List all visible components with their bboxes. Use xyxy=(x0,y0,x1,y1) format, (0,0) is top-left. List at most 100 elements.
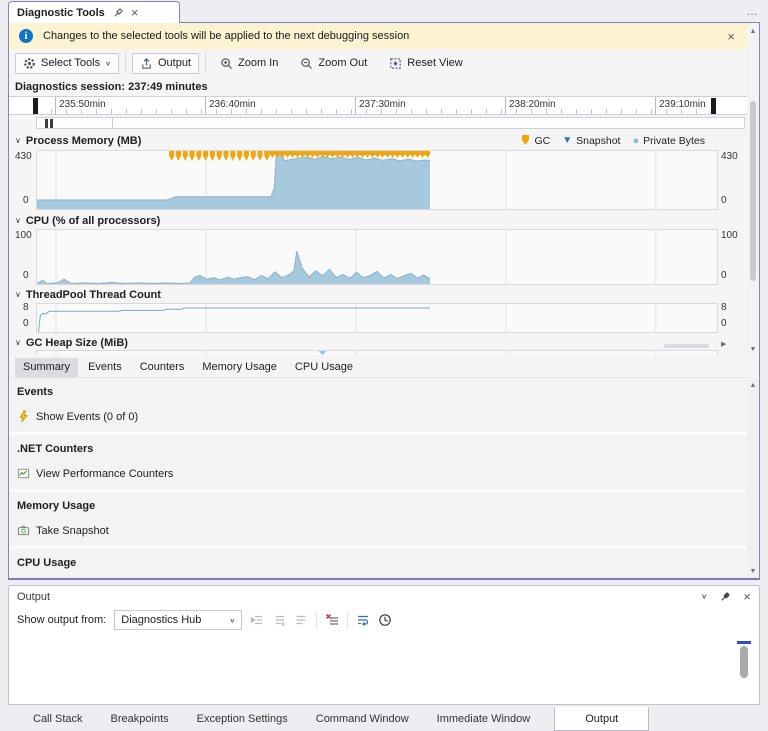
scroll-down-icon[interactable]: ▼ xyxy=(750,568,757,575)
tab-immediate-window[interactable]: Immediate Window xyxy=(423,713,545,725)
scroll-down-icon[interactable]: ▼ xyxy=(750,346,757,353)
window-position-icon[interactable]: ∨ xyxy=(701,592,708,601)
cpu-chart[interactable] xyxy=(36,229,718,285)
legend-gc: GC xyxy=(521,135,550,147)
zoom-in-button[interactable]: Zoom In xyxy=(212,53,286,74)
close-icon[interactable]: × xyxy=(131,5,139,20)
detail-tabstrip: Summary Events Counters Memory Usage CPU… xyxy=(9,357,751,378)
charts-scrollbar-thumb[interactable] xyxy=(750,101,756,281)
tab-call-stack[interactable]: Call Stack xyxy=(33,713,97,725)
timeline-ruler[interactable]: 235:50min 236:40min 237:30min 238:20min … xyxy=(9,96,751,115)
cpu-section-header[interactable]: ∨ CPU (% of all processors) xyxy=(9,212,751,229)
word-wrap-icon[interactable] xyxy=(356,613,370,627)
chevron-down-icon: ∨ xyxy=(229,616,235,623)
zoom-out-button[interactable]: Zoom Out xyxy=(292,53,375,74)
pause-button[interactable] xyxy=(45,119,53,128)
memory-chart[interactable] xyxy=(36,150,718,210)
output-scrollbar-thumb[interactable] xyxy=(740,646,748,678)
reset-view-button[interactable]: Reset View xyxy=(381,53,470,74)
gc-heap-chart-clipped[interactable] xyxy=(36,350,718,355)
view-performance-counters-link[interactable]: View Performance Counters xyxy=(17,467,751,480)
ruler-tick-label: 238:20min xyxy=(509,99,556,110)
summary-scrollbar[interactable]: ▲ ▼ xyxy=(747,379,759,578)
timestamp-icon[interactable] xyxy=(378,613,392,627)
group-heading: Events xyxy=(17,386,751,398)
ruler-tick-label: 236:40min xyxy=(209,99,256,110)
ruler-gridline xyxy=(205,97,206,114)
memory-section-header[interactable]: ∨ Process Memory (MB) GC ▼ Snapshot ● Pr… xyxy=(9,132,751,149)
output-header[interactable]: Output ∨ × xyxy=(9,586,759,607)
chart-legend: GC ▼ Snapshot ● Private Bytes xyxy=(521,132,705,149)
output-panel: Output ∨ × Show output from: Diagnostics… xyxy=(8,585,760,705)
tab-counters[interactable]: Counters xyxy=(132,358,193,377)
overview-track[interactable] xyxy=(36,117,745,129)
scrollbar-marker xyxy=(737,641,751,644)
tab-breakpoints[interactable]: Breakpoints xyxy=(97,713,183,725)
gear-icon xyxy=(23,57,36,70)
toolbar-separator xyxy=(205,53,206,73)
diagnostic-tools-window: i Changes to the selected tools will be … xyxy=(8,22,760,580)
overview-range-divider xyxy=(112,117,113,129)
scroll-right-icon[interactable]: ▶ xyxy=(721,340,726,348)
output-source-value: Diagnostics Hub xyxy=(121,614,229,626)
range-handle-left[interactable] xyxy=(33,98,38,114)
previous-message-icon[interactable] xyxy=(250,613,264,627)
threads-section-header[interactable]: ∨ ThreadPool Thread Count xyxy=(9,286,751,303)
pin-icon[interactable] xyxy=(112,7,124,19)
memory-axis-max-left: 430 xyxy=(15,151,32,162)
ruler-tick-label: 235:50min xyxy=(59,99,106,110)
ruler-gridline xyxy=(505,97,506,114)
memory-axis-max-right: 430 xyxy=(721,151,738,162)
close-icon[interactable]: × xyxy=(743,589,751,604)
horizontal-scrollbar-thumb[interactable] xyxy=(664,344,709,348)
tab-cpu-usage[interactable]: CPU Usage xyxy=(287,358,361,377)
select-tools-button[interactable]: Select Tools ∨ xyxy=(15,53,119,74)
tab-output[interactable]: Output xyxy=(554,707,649,731)
gc-marker-icon xyxy=(521,135,530,146)
snapshot-triangle-icon: ▼ xyxy=(562,135,572,146)
info-icon: i xyxy=(19,29,33,43)
threads-axis-max-left: 8 xyxy=(23,302,29,313)
next-message-icon[interactable] xyxy=(272,613,286,627)
diagnostic-tools-tab[interactable]: Diagnostic Tools × xyxy=(8,1,180,23)
private-bytes-dot-icon: ● xyxy=(632,135,639,147)
tab-exception-settings[interactable]: Exception Settings xyxy=(183,713,302,725)
infobar-close-icon[interactable]: × xyxy=(727,29,735,44)
output-scrollbar[interactable] xyxy=(738,641,750,701)
tab-memory-usage[interactable]: Memory Usage xyxy=(194,358,285,377)
summary-group-memory: Memory Usage Take Snapshot xyxy=(9,492,751,549)
threads-axis-min-right: 0 xyxy=(721,318,727,329)
ruler-tick-label: 237:30min xyxy=(359,99,406,110)
message-list-icon[interactable] xyxy=(294,613,308,627)
group-heading: CPU Usage xyxy=(17,557,751,569)
threads-axis-max-right: 8 xyxy=(721,302,727,313)
output-content[interactable] xyxy=(10,633,758,703)
gc-heap-section-header[interactable]: ∨ GC Heap Size (MiB) xyxy=(9,334,751,351)
tab-command-window[interactable]: Command Window xyxy=(302,713,423,725)
tab-events[interactable]: Events xyxy=(80,358,130,377)
gc-heap-section-title: GC Heap Size (MiB) xyxy=(26,337,128,349)
timeline-overview[interactable] xyxy=(9,115,751,132)
overflow-menu-icon[interactable]: … xyxy=(746,4,760,18)
output-button[interactable]: Output xyxy=(132,53,199,74)
cpu-axis-max-left: 100 xyxy=(15,230,32,241)
charts-scrollbar[interactable]: ▲ ▼ xyxy=(747,25,759,356)
memory-chart-row: 430 0 430 0 xyxy=(9,149,751,211)
take-snapshot-link[interactable]: Take Snapshot xyxy=(17,524,751,537)
scroll-up-icon[interactable]: ▲ xyxy=(750,28,757,35)
memory-axis-min-left: 0 xyxy=(23,195,29,206)
output-source-select[interactable]: Diagnostics Hub ∨ xyxy=(114,610,242,630)
show-events-link[interactable]: Show Events (0 of 0) xyxy=(17,410,751,423)
pin-icon[interactable] xyxy=(719,591,731,603)
tab-summary[interactable]: Summary xyxy=(15,358,78,377)
scroll-up-icon[interactable]: ▲ xyxy=(750,382,757,389)
session-label: Diagnostics session: 237:49 minutes xyxy=(15,81,208,93)
group-heading: .NET Counters xyxy=(17,443,751,455)
infobar-message: Changes to the selected tools will be ap… xyxy=(43,30,717,42)
diagnostics-toolbar: Select Tools ∨ Output Zoom In Zoom Out R… xyxy=(9,49,751,77)
range-handle-right[interactable] xyxy=(711,98,716,114)
clear-all-icon[interactable] xyxy=(325,613,339,627)
output-title: Output xyxy=(17,591,701,603)
threads-chart[interactable] xyxy=(36,303,718,333)
reset-view-label: Reset View xyxy=(407,57,462,69)
